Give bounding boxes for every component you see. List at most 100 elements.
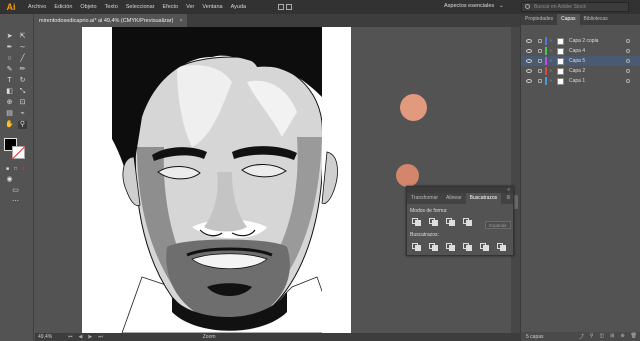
layer-name[interactable]: Capa 4	[569, 48, 585, 54]
lock-icon[interactable]	[538, 79, 542, 83]
visibility-eye-icon[interactable]	[526, 69, 532, 73]
pencil-tool-icon[interactable]: ✏	[18, 66, 27, 74]
lock-icon[interactable]	[538, 49, 542, 53]
minus-back-icon[interactable]	[497, 243, 506, 251]
screen-mode-icon[interactable]: ▭	[11, 187, 20, 195]
type-tool-icon[interactable]: T	[5, 77, 14, 85]
last-artboard-icon[interactable]: ⏭	[98, 334, 103, 340]
target-icon[interactable]	[626, 69, 630, 73]
zoom-tool-icon[interactable]: ⚲	[18, 121, 27, 129]
layer-row[interactable]: › Capa 4	[521, 46, 640, 56]
trash-icon[interactable]: 🗑	[631, 333, 637, 340]
layer-name[interactable]: Capa 2	[569, 68, 585, 74]
target-icon[interactable]	[626, 49, 630, 53]
visibility-eye-icon[interactable]	[526, 79, 532, 83]
rotate-tool-icon[interactable]: ↻	[18, 77, 27, 85]
prev-artboard-icon[interactable]: ◀	[79, 334, 83, 340]
menu-ver[interactable]: Ver	[186, 4, 194, 10]
menu-archivo[interactable]: Archivo	[28, 4, 46, 10]
target-icon[interactable]	[626, 79, 630, 83]
search-layer-icon[interactable]: ⚲	[590, 333, 594, 340]
unite-icon[interactable]	[412, 218, 421, 226]
arrange-documents-icon[interactable]	[278, 4, 293, 10]
curvature-tool-icon[interactable]: ∼	[18, 44, 27, 52]
next-artboard-icon[interactable]: ▶	[88, 334, 92, 340]
expand-arrow-icon[interactable]: ›	[550, 78, 552, 84]
salmon-circle-large[interactable]	[400, 94, 427, 121]
menu-edicion[interactable]: Edición	[54, 4, 72, 10]
tab-alinear[interactable]: Alinear	[442, 193, 466, 204]
lock-icon[interactable]	[538, 59, 542, 63]
layer-row[interactable]: › Capa 1	[521, 76, 640, 86]
divide-icon[interactable]	[412, 243, 421, 251]
first-artboard-icon[interactable]: ⏮	[68, 334, 73, 340]
menu-objeto[interactable]: Objeto	[80, 4, 96, 10]
crop-icon[interactable]	[463, 243, 472, 251]
expand-arrow-icon[interactable]: ›	[550, 38, 552, 44]
menu-ayuda[interactable]: Ayuda	[231, 4, 247, 10]
exclude-icon[interactable]	[463, 218, 472, 226]
visibility-eye-icon[interactable]	[526, 49, 532, 53]
lock-icon[interactable]	[538, 39, 542, 43]
merge-icon[interactable]	[446, 243, 455, 251]
tab-capas[interactable]: Capas	[557, 14, 580, 25]
layer-name[interactable]: Capa 2 copia	[569, 38, 598, 44]
hand-tool-icon[interactable]: ✋	[5, 121, 14, 129]
outline-icon[interactable]	[480, 243, 489, 251]
new-sublayer-icon[interactable]: ⊞	[610, 333, 614, 340]
draw-mode-icon[interactable]: ◉	[5, 176, 14, 184]
minus-front-icon[interactable]	[429, 218, 438, 226]
panel-menu-icon[interactable]: ≡	[506, 195, 510, 201]
zoom-level[interactable]: 49,4%	[38, 334, 58, 340]
visibility-eye-icon[interactable]	[526, 39, 532, 43]
tab-bibliotecas[interactable]: Bibliotecas	[580, 14, 612, 25]
salmon-circle-small[interactable]	[396, 164, 419, 187]
export-icon[interactable]: ⤴	[579, 333, 584, 340]
more-tools-icon[interactable]: ⋯	[11, 198, 20, 206]
tab-buscatrazos[interactable]: Buscatrazos	[465, 193, 502, 204]
visibility-eye-icon[interactable]	[526, 59, 532, 63]
brush-tool-icon[interactable]: ✎	[5, 66, 14, 74]
stroke-swatch[interactable]	[12, 146, 25, 159]
scale-tool-icon[interactable]: ⤡	[18, 88, 27, 96]
new-layer-icon[interactable]: ⊕	[620, 333, 624, 340]
vertical-scrollbar[interactable]	[511, 27, 520, 333]
lock-icon[interactable]	[538, 69, 542, 73]
layer-row[interactable]: › Capa 5	[521, 56, 640, 66]
shape-builder-tool-icon[interactable]: ⊕	[5, 99, 14, 107]
layer-row[interactable]: › Capa 2 copia	[521, 36, 640, 46]
adobe-stock-search[interactable]: Buscar en Adobe Stock	[521, 2, 629, 12]
menu-texto[interactable]: Texto	[105, 4, 118, 10]
artboard[interactable]	[82, 27, 351, 333]
layer-name[interactable]: Capa 1	[569, 78, 585, 84]
ellipse-tool-icon[interactable]: ○	[5, 55, 14, 63]
gradient-tool-icon[interactable]: ▤	[5, 110, 14, 118]
expand-arrow-icon[interactable]: ›	[550, 48, 552, 54]
menu-ventana[interactable]: Ventana	[202, 4, 222, 10]
expand-button[interactable]: Expandir	[485, 221, 511, 229]
none-color-icon[interactable]: ⧄	[19, 165, 28, 173]
pen-tool-icon[interactable]: ✒	[5, 44, 14, 52]
tab-transformar[interactable]: Transformar	[407, 193, 442, 204]
document-tab[interactable]: mirentodosedicaprio.ai* al 49,4% (CMYK/P…	[35, 14, 187, 27]
eyedropper-tool-icon[interactable]: ⌁	[18, 110, 27, 118]
workspace-switcher[interactable]: Aspectos esenciales ⌄	[444, 3, 504, 9]
direct-selection-tool-icon[interactable]: ⇱	[18, 33, 27, 41]
status-mode[interactable]: Zoom	[203, 334, 216, 340]
layer-name[interactable]: Capa 5	[569, 58, 585, 64]
intersect-icon[interactable]	[446, 218, 455, 226]
menu-efecto[interactable]: Efecto	[163, 4, 179, 10]
tab-propiedades[interactable]: Propiedades	[521, 14, 557, 25]
portrait-illustration[interactable]	[82, 27, 351, 333]
expand-arrow-icon[interactable]: ›	[550, 68, 552, 74]
selection-tool-icon[interactable]: ➤	[5, 33, 14, 41]
free-transform-tool-icon[interactable]: ⊡	[18, 99, 27, 107]
target-icon[interactable]	[626, 39, 630, 43]
close-icon[interactable]: ×	[180, 18, 183, 24]
target-icon[interactable]	[626, 59, 630, 63]
clipping-mask-icon[interactable]: ◫	[600, 333, 605, 340]
expand-arrow-icon[interactable]: ›	[550, 58, 552, 64]
eraser-tool-icon[interactable]: ◧	[5, 88, 14, 96]
menu-seleccionar[interactable]: Seleccionar	[126, 4, 155, 10]
layer-row[interactable]: › Capa 2	[521, 66, 640, 76]
